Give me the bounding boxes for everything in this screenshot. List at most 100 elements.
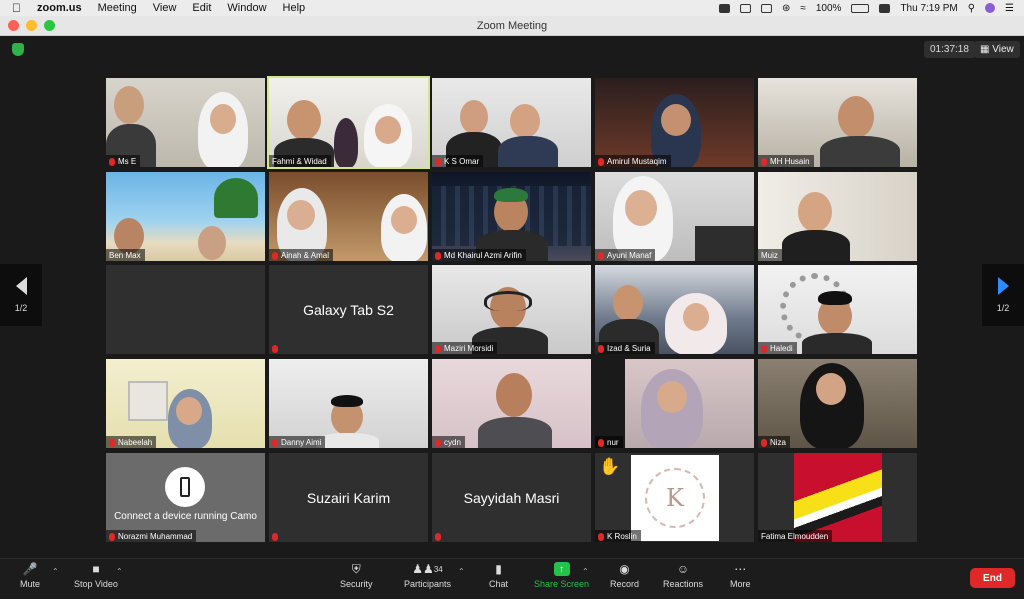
airplay-icon[interactable] xyxy=(760,3,772,13)
participant-display-name: Galaxy Tab S2 xyxy=(303,301,394,318)
bluetooth-icon[interactable]: ⊛ xyxy=(782,3,790,14)
next-page-button[interactable]: 1/2 xyxy=(982,264,1024,326)
mac-menubar:  zoom.us Meeting View Edit Window Help … xyxy=(0,0,1024,16)
share-screen-button[interactable]: ↑ Share Screen xyxy=(534,562,589,589)
participant-face xyxy=(798,192,832,232)
participant-face xyxy=(198,226,226,260)
video-tile[interactable]: Haledi xyxy=(758,265,917,354)
video-tile[interactable]: Danny Aimi xyxy=(269,359,428,448)
spotlight-search-icon[interactable]: ⚲ xyxy=(968,3,975,14)
participant-body xyxy=(478,417,552,448)
video-tile[interactable]: K S Omar xyxy=(432,78,591,167)
siri-icon[interactable] xyxy=(985,3,996,13)
participant-face xyxy=(375,116,401,144)
video-tile[interactable]: Ben Max xyxy=(106,172,265,261)
participant-name: nur xyxy=(595,436,623,448)
muted-mic-icon xyxy=(109,532,115,541)
reactions-button[interactable]: ☺ Reactions xyxy=(663,562,703,589)
wifi-icon[interactable]: ≈ xyxy=(800,3,806,14)
cloud-icon[interactable] xyxy=(739,3,751,13)
participants-chevron-icon[interactable]: ⌃ xyxy=(458,567,465,576)
stop-video-button[interactable]: ■ Stop Video xyxy=(74,562,118,589)
muted-mic-icon xyxy=(435,533,441,541)
participant-name: Niza xyxy=(758,436,791,448)
menu-app-name[interactable]: zoom.us xyxy=(37,2,82,14)
video-tile-camo[interactable]: Connect a device running Camo Norazmi Mu… xyxy=(106,453,265,542)
keyboard-input-icon[interactable] xyxy=(879,3,891,13)
video-tile[interactable]: Izad & Suria xyxy=(595,265,754,354)
menu-view[interactable]: View xyxy=(153,2,177,14)
arrow-left-icon xyxy=(15,277,27,295)
video-tile-active-speaker[interactable]: Fahmi & Widad xyxy=(267,76,430,169)
battery-percent[interactable]: 100% xyxy=(816,3,842,14)
menu-help[interactable]: Help xyxy=(283,2,306,14)
muted-mic-icon xyxy=(761,157,767,166)
participant-face xyxy=(460,100,488,134)
close-window-button[interactable] xyxy=(8,20,19,31)
video-tile[interactable]: Ms E xyxy=(106,78,265,167)
participant-face xyxy=(683,303,709,331)
participant-name: Md Khairul Azmi Arifin xyxy=(432,249,526,261)
more-button[interactable]: ⋯ More xyxy=(730,562,751,589)
zoom-window-button[interactable] xyxy=(44,20,55,31)
video-tile[interactable]: MH Husain xyxy=(758,78,917,167)
reactions-label: Reactions xyxy=(663,579,704,589)
participant-face xyxy=(114,86,144,124)
minimize-window-button[interactable] xyxy=(26,20,37,31)
palm-tree-background xyxy=(214,178,258,218)
chat-bubble-icon: ▮ xyxy=(495,562,502,576)
video-tile-off[interactable]: Galaxy Tab S2 xyxy=(269,265,428,354)
video-tile[interactable]: Muiz xyxy=(758,172,917,261)
participant-name: Danny Aimi xyxy=(269,436,326,448)
muted-mic-icon xyxy=(435,438,441,447)
meeting-timer: 01:37:18 xyxy=(924,41,975,58)
video-tile[interactable]: Fatima Elmoudden xyxy=(758,453,917,542)
video-tile[interactable]: Nabeelah xyxy=(106,359,265,448)
zoom-status-icon[interactable] xyxy=(718,3,730,13)
video-tile-off[interactable]: Suzairi Karim xyxy=(269,453,428,542)
menu-meeting[interactable]: Meeting xyxy=(98,2,137,14)
chat-button[interactable]: ▮ Chat xyxy=(489,562,508,589)
participant-body xyxy=(802,333,872,354)
video-tile[interactable]: Amirul Mustaqim xyxy=(595,78,754,167)
apple-icon[interactable]:  xyxy=(12,1,21,15)
previous-page-button[interactable]: 1/2 xyxy=(0,264,42,326)
logo-letter: K xyxy=(666,484,684,512)
video-tile[interactable]: Niza xyxy=(758,359,917,448)
menu-window[interactable]: Window xyxy=(227,2,266,14)
encryption-shield-icon[interactable] xyxy=(12,43,24,56)
video-camera-icon: ■ xyxy=(92,562,100,576)
video-tile[interactable]: ✋ K K Roslin xyxy=(595,453,754,542)
video-tile[interactable]: Ayuni Manaf xyxy=(595,172,754,261)
video-tile-off[interactable]: Sayyidah Masri xyxy=(432,453,591,542)
video-tile-empty[interactable] xyxy=(106,265,265,354)
participant-body xyxy=(820,136,900,167)
participant-name: K Roslin xyxy=(595,530,641,542)
muted-mic-icon xyxy=(598,532,604,541)
end-meeting-button[interactable]: End xyxy=(970,568,1015,588)
menu-edit[interactable]: Edit xyxy=(192,2,211,14)
audio-options-chevron-icon[interactable]: ⌃ xyxy=(52,567,59,576)
video-tile[interactable]: nur xyxy=(595,359,754,448)
video-tile[interactable]: Maziri Morsidi xyxy=(432,265,591,354)
control-center-icon[interactable]: ☰ xyxy=(1005,3,1014,14)
participant-name: MH Husain xyxy=(758,155,814,167)
chat-label: Chat xyxy=(489,579,509,589)
view-button[interactable]: ▦ View xyxy=(974,41,1020,58)
shield-icon: ⛨ xyxy=(351,561,361,576)
usb-icon xyxy=(180,477,190,497)
security-button[interactable]: ⛨ Security xyxy=(340,561,373,590)
headphones xyxy=(484,291,532,311)
video-options-chevron-icon[interactable]: ⌃ xyxy=(116,567,123,576)
record-button[interactable]: ◉ Record xyxy=(610,562,639,589)
participants-button[interactable]: ♟♟ 34 Participants xyxy=(404,562,451,589)
video-tile[interactable]: Ainah & Amal xyxy=(269,172,428,261)
video-tile[interactable]: cydn xyxy=(432,359,591,448)
menubar-clock[interactable]: Thu 7:19 PM xyxy=(900,3,957,14)
share-options-chevron-icon[interactable]: ⌃ xyxy=(582,567,589,576)
flag-profile-picture xyxy=(794,453,882,542)
video-tile[interactable]: Md Khairul Azmi Arifin xyxy=(432,172,591,261)
participant-cap xyxy=(331,395,363,407)
mute-button[interactable]: 🎤 Mute xyxy=(20,562,40,589)
participant-cap xyxy=(494,188,528,202)
